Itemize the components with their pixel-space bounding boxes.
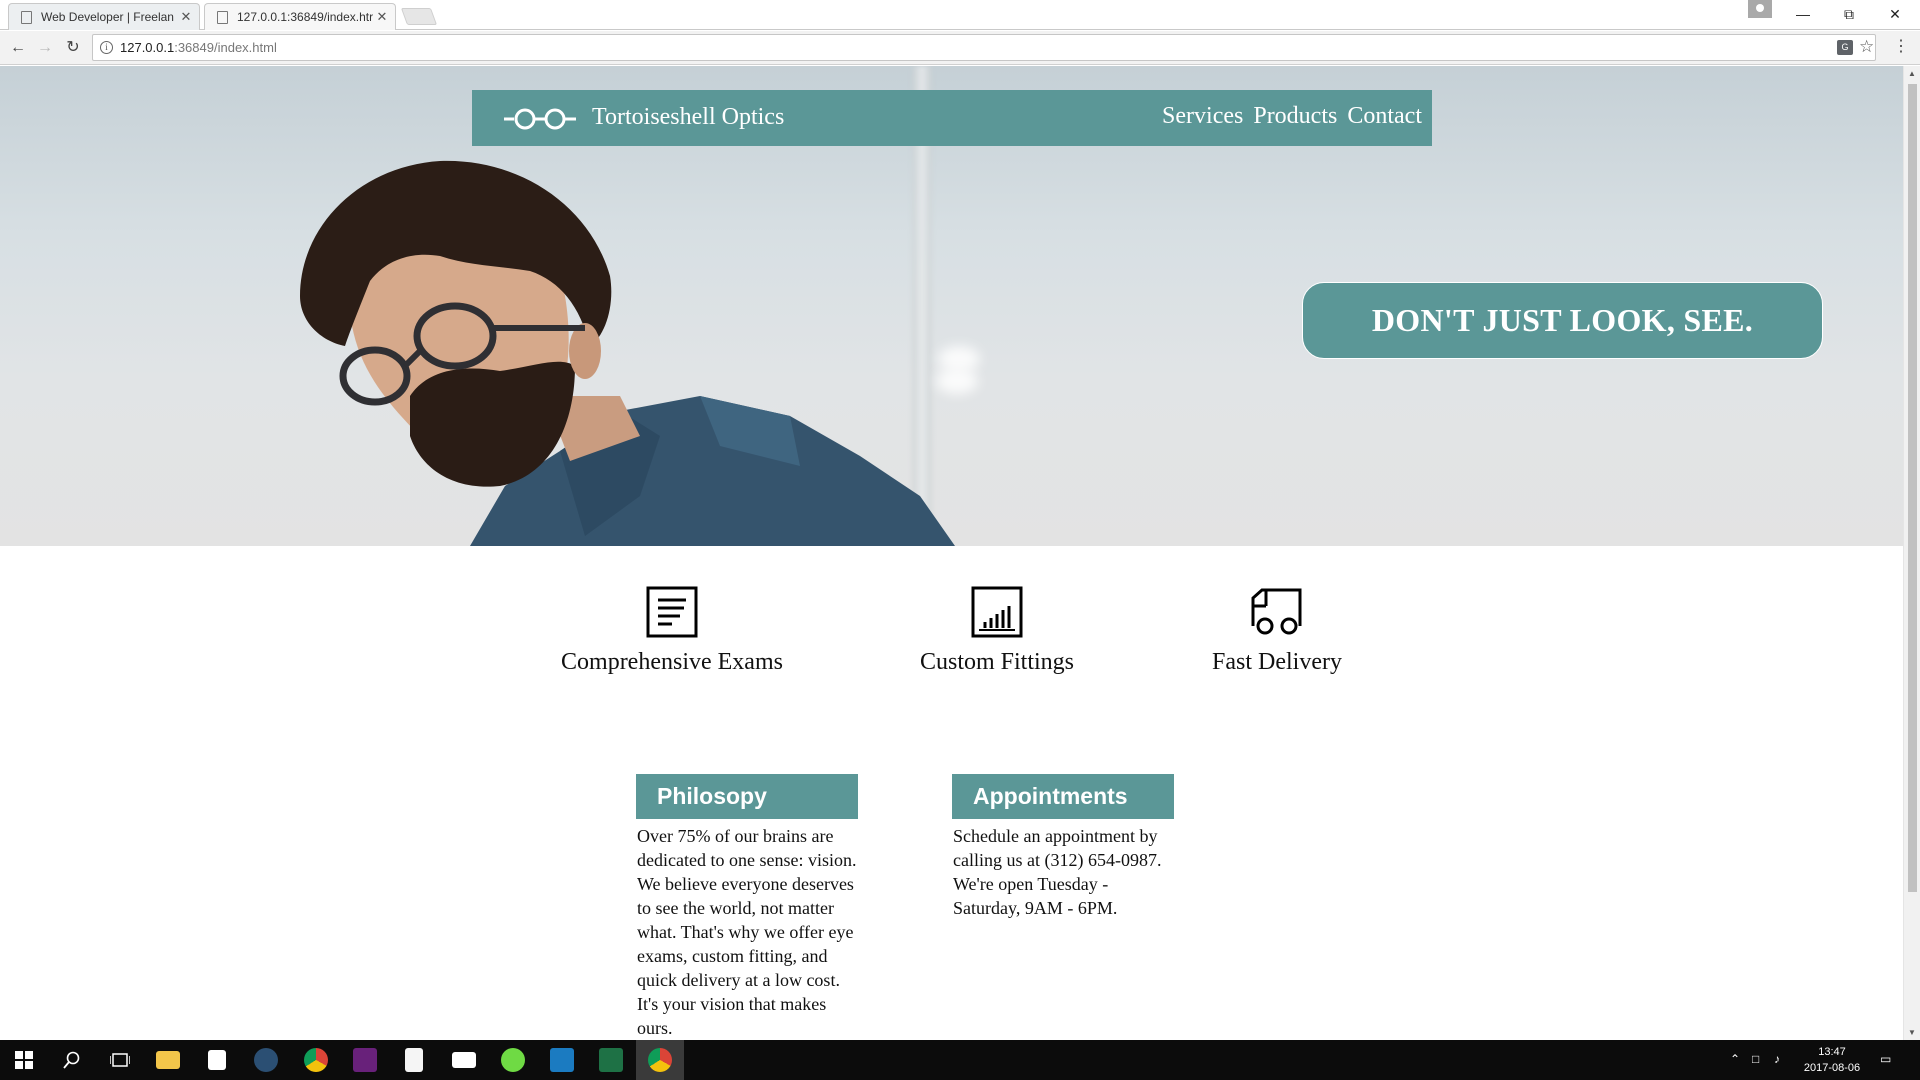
document-icon bbox=[646, 586, 698, 638]
clock-date: 2017-08-06 bbox=[1803, 1062, 1861, 1074]
tab-label: Web Developer | Freelan bbox=[41, 10, 174, 24]
hero-section: Tortoiseshell Optics Services Products C… bbox=[0, 66, 1903, 546]
address-bar[interactable]: i 127.0.0.1:36849/index.html G ☆ bbox=[92, 34, 1876, 61]
nav-link-contact[interactable]: Contact bbox=[1347, 103, 1422, 130]
tab-index-html[interactable]: 127.0.0.1:36849/index.htr ✕ bbox=[204, 3, 396, 30]
reload-icon[interactable]: ↻ bbox=[62, 37, 84, 59]
tagline-text: DON'T JUST LOOK, SEE. bbox=[1371, 302, 1754, 338]
nav-link-services[interactable]: Services bbox=[1162, 103, 1243, 130]
tray-chevron-icon[interactable]: ⌃ bbox=[1730, 1052, 1740, 1066]
appointments-title: Appointments bbox=[973, 783, 1128, 809]
chrome-active-icon[interactable] bbox=[636, 1040, 684, 1080]
app-n-icon[interactable] bbox=[538, 1040, 586, 1080]
restore-button[interactable]: ⧉ bbox=[1826, 2, 1872, 26]
feature-fast-delivery: Fast Delivery bbox=[1200, 586, 1354, 676]
info-icon[interactable]: i bbox=[100, 41, 113, 54]
mail-icon[interactable] bbox=[440, 1040, 488, 1080]
delivery-truck-icon bbox=[1251, 588, 1302, 635]
menu-icon[interactable]: ⋮ bbox=[1893, 36, 1909, 56]
excel-icon[interactable] bbox=[587, 1040, 635, 1080]
philosophy-title: Philosopy bbox=[657, 783, 767, 809]
close-icon[interactable]: ✕ bbox=[177, 9, 195, 25]
philosophy-section: Philosopy Over 75% of our brains are ded… bbox=[636, 774, 858, 1040]
appointments-text: Schedule an appointment by calling us at… bbox=[953, 826, 1162, 918]
close-icon[interactable]: ✕ bbox=[373, 9, 391, 25]
forward-arrow-icon[interactable]: → bbox=[34, 37, 56, 59]
scroll-down-arrow-icon[interactable]: ▼ bbox=[1908, 1028, 1916, 1037]
appointments-section: Appointments Schedule an appointment by … bbox=[952, 774, 1174, 920]
new-tab-button[interactable] bbox=[400, 8, 438, 25]
feature-label: Fast Delivery bbox=[1212, 649, 1342, 675]
browser-toolbar: ← → ↻ i 127.0.0.1:36849/index.html G ☆ ⋮ bbox=[0, 31, 1920, 65]
site-navbar: Tortoiseshell Optics Services Products C… bbox=[472, 90, 1432, 146]
feature-label: Custom Fittings bbox=[919, 649, 1075, 675]
page-icon bbox=[21, 10, 32, 24]
notepad-plus-icon[interactable] bbox=[390, 1040, 438, 1080]
tab-web-developer[interactable]: Web Developer | Freelan ✕ bbox=[8, 3, 200, 30]
upwork-icon[interactable] bbox=[489, 1040, 537, 1080]
clock-time: 13:47 bbox=[1818, 1046, 1846, 1058]
store-icon[interactable] bbox=[193, 1040, 241, 1080]
appointments-header: Appointments bbox=[952, 774, 1174, 819]
tab-label: 127.0.0.1:36849/index.htr bbox=[237, 10, 373, 24]
url-host: 127.0.0.1 bbox=[120, 40, 175, 55]
scrollbar-thumb[interactable] bbox=[1908, 84, 1917, 892]
file-explorer-icon[interactable] bbox=[144, 1040, 192, 1080]
network-icon[interactable]: □ bbox=[1752, 1052, 1759, 1066]
back-arrow-icon[interactable]: ← bbox=[7, 37, 29, 59]
volume-icon[interactable]: ♪ bbox=[1774, 1052, 1780, 1066]
feature-comprehensive-exams: Comprehensive Exams bbox=[550, 586, 794, 676]
bar-chart-icon bbox=[971, 586, 1023, 638]
feature-label: Comprehensive Exams bbox=[561, 649, 783, 675]
page-viewport: Tortoiseshell Optics Services Products C… bbox=[0, 66, 1920, 1040]
translate-icon[interactable]: G bbox=[1837, 40, 1853, 55]
philosophy-header: Philosopy bbox=[636, 774, 858, 819]
chrome-icon[interactable] bbox=[292, 1040, 340, 1080]
system-clock[interactable]: 13:47 2017-08-06 bbox=[1800, 1044, 1864, 1076]
nav-link-products[interactable]: Products bbox=[1253, 103, 1337, 130]
windows-taskbar: ⌃ □ ♪ 13:47 2017-08-06 ▭ bbox=[0, 1040, 1920, 1080]
search-icon[interactable] bbox=[48, 1040, 96, 1080]
star-icon[interactable]: ☆ bbox=[1859, 37, 1874, 57]
tagline-banner: DON'T JUST LOOK, SEE. bbox=[1302, 282, 1823, 359]
steam-icon[interactable] bbox=[242, 1040, 290, 1080]
page-icon bbox=[217, 10, 228, 24]
brand-name[interactable]: Tortoiseshell Optics bbox=[592, 104, 784, 131]
profile-icon[interactable] bbox=[1748, 0, 1772, 18]
scroll-up-arrow-icon[interactable]: ▲ bbox=[1908, 69, 1916, 78]
glasses-logo-icon[interactable] bbox=[504, 108, 576, 130]
feature-custom-fittings: Custom Fittings bbox=[916, 586, 1078, 676]
page-scrollbar[interactable]: ▲ ▼ bbox=[1903, 66, 1920, 1040]
browser-titlebar: Web Developer | Freelan ✕ 127.0.0.1:3684… bbox=[0, 0, 1920, 30]
url-path: :36849/index.html bbox=[174, 40, 277, 55]
nav-links: Services Products Contact bbox=[1162, 103, 1422, 130]
url-text[interactable]: 127.0.0.1:36849/index.html bbox=[120, 40, 277, 55]
windows-start-icon[interactable] bbox=[0, 1040, 48, 1080]
visual-studio-icon[interactable] bbox=[341, 1040, 389, 1080]
window-close-button[interactable]: ✕ bbox=[1872, 2, 1918, 26]
philosophy-text: Over 75% of our brains are dedicated to … bbox=[637, 826, 857, 1038]
minimize-button[interactable]: — bbox=[1780, 2, 1826, 26]
task-view-icon[interactable] bbox=[96, 1040, 144, 1080]
notifications-icon[interactable]: ▭ bbox=[1880, 1052, 1891, 1066]
